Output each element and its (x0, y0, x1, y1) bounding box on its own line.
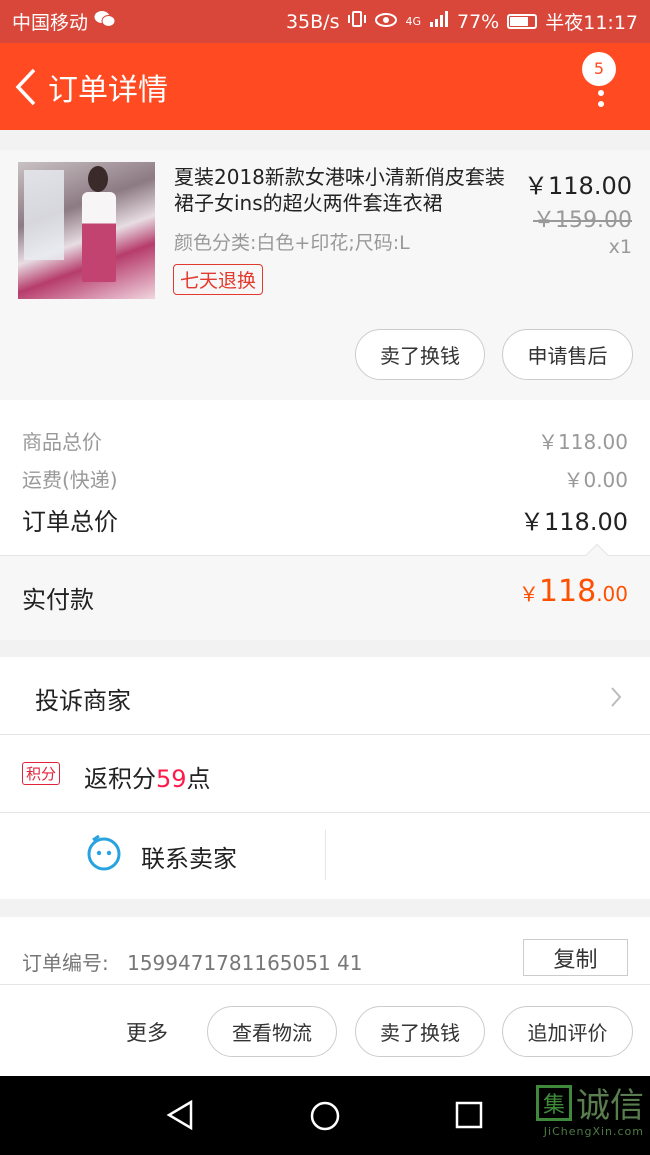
network-type: 4G (405, 15, 421, 28)
view-logistics-button[interactable]: 查看物流 (207, 1006, 337, 1057)
order-number-value: 1599471781165051 41 (127, 951, 363, 975)
sell-for-cash-button-bottom[interactable]: 卖了换钱 (355, 1006, 485, 1057)
product-quantity: x1 (608, 236, 632, 258)
chevron-right-icon (610, 686, 622, 712)
battery-icon (507, 14, 538, 29)
copy-order-number-button[interactable]: 复制 (523, 939, 628, 976)
points-tag: 积分 (22, 762, 61, 785)
shipping-value: ￥0.00 (563, 468, 628, 492)
contact-seller-button[interactable]: 联系卖家 (85, 831, 237, 881)
points-text: 返积分59点 (84, 759, 211, 794)
watermark-subtext: JiChengXin.com (543, 1125, 644, 1138)
watermark: 集 诚信 JiChengXin.com (536, 1078, 644, 1138)
price-summary: 商品总价 ￥118.00 运费(快递) ￥0.00 订单总价 ￥118.00 (0, 400, 650, 555)
actual-payment-row: 实付款 ￥118.00 (0, 543, 650, 640)
more-menu-button[interactable]: 5 (582, 43, 622, 130)
payment-integer: 118 (538, 574, 597, 609)
goods-total-label: 商品总价 (22, 430, 102, 454)
product-title[interactable]: 夏装2018新款女港味小清新俏皮套装裙子女ins的超火两件套连衣裙 (174, 164, 510, 216)
shipping-row: 运费(快递) ￥0.00 (22, 464, 628, 493)
app-header: 订单详情 5 (0, 43, 650, 130)
order-number-text: 订单编号: 1599471781165051 41 (22, 947, 363, 976)
goods-total-row: 商品总价 ￥118.00 (22, 426, 628, 455)
contact-divider (325, 830, 326, 880)
product-price: ￥118.00 (524, 172, 632, 200)
order-total-label: 订单总价 (22, 508, 118, 536)
product-original-price: ￥159.00 (533, 208, 632, 233)
goods-total-value: ￥118.00 (538, 430, 628, 454)
points-number: 59 (156, 765, 187, 793)
nav-recents-icon[interactable] (455, 1101, 483, 1133)
product-card[interactable]: 夏装2018新款女港味小清新俏皮套装裙子女ins的超火两件套连衣裙 颜色分类:白… (0, 150, 650, 400)
clock: 半夜11:17 (545, 12, 638, 34)
points-suffix: 点 (186, 765, 211, 793)
watermark-text: 诚信 (576, 1086, 644, 1126)
reward-points-row: 积分 返积分59点 (0, 735, 650, 813)
more-actions-link[interactable]: 更多 (126, 1017, 168, 1047)
add-review-button[interactable]: 追加评价 (502, 1006, 633, 1057)
order-total-value: ￥118.00 (520, 508, 628, 536)
signal-icon (429, 10, 449, 33)
complain-seller-row[interactable]: 投诉商家 (0, 657, 650, 735)
more-vertical-icon (598, 79, 604, 112)
network-speed: 35B/s (285, 10, 340, 33)
order-total-row: 订单总价 ￥118.00 (22, 502, 628, 537)
return-policy-tag: 七天退换 (173, 264, 264, 295)
payment-decimal: .00 (596, 582, 628, 606)
contact-seller-label: 联系卖家 (141, 844, 237, 873)
chat-face-icon (85, 834, 123, 878)
nav-home-icon[interactable] (309, 1100, 341, 1136)
page-title: 订单详情 (48, 72, 168, 108)
order-number-row: 订单编号: 1599471781165051 41 复制 (0, 917, 650, 985)
battery-percent: 77% (457, 10, 500, 33)
complain-seller-label: 投诉商家 (35, 687, 131, 715)
contact-section: 联系卖家 (0, 813, 650, 899)
nav-back-icon[interactable] (166, 1099, 194, 1134)
sell-for-cash-button[interactable]: 卖了换钱 (355, 329, 485, 380)
watermark-logo-icon: 集 (536, 1084, 572, 1121)
apply-after-sale-button[interactable]: 申请售后 (502, 329, 633, 380)
points-prefix: 返积分 (84, 765, 156, 793)
product-spec: 颜色分类:白色+印花;尺码:L (174, 232, 410, 254)
bottom-action-bar: 更多 查看物流 卖了换钱 追加评价 (0, 985, 650, 1076)
eye-icon (375, 11, 398, 33)
carrier-label: 中国移动 (12, 12, 89, 34)
order-number-label: 订单编号: (22, 951, 109, 975)
payment-currency: ￥ (518, 582, 539, 606)
vibrate-icon (347, 10, 367, 33)
status-bar: 中国移动 35B/s 4G 77% 半夜11:17 (0, 0, 650, 43)
actual-payment-label: 实付款 (22, 586, 94, 614)
back-arrow-icon[interactable] (6, 43, 46, 130)
shipping-label: 运费(快递) (22, 468, 118, 492)
wechat-icon (94, 10, 116, 33)
actual-payment-value: ￥118.00 (519, 574, 628, 609)
product-thumbnail[interactable] (18, 162, 155, 299)
